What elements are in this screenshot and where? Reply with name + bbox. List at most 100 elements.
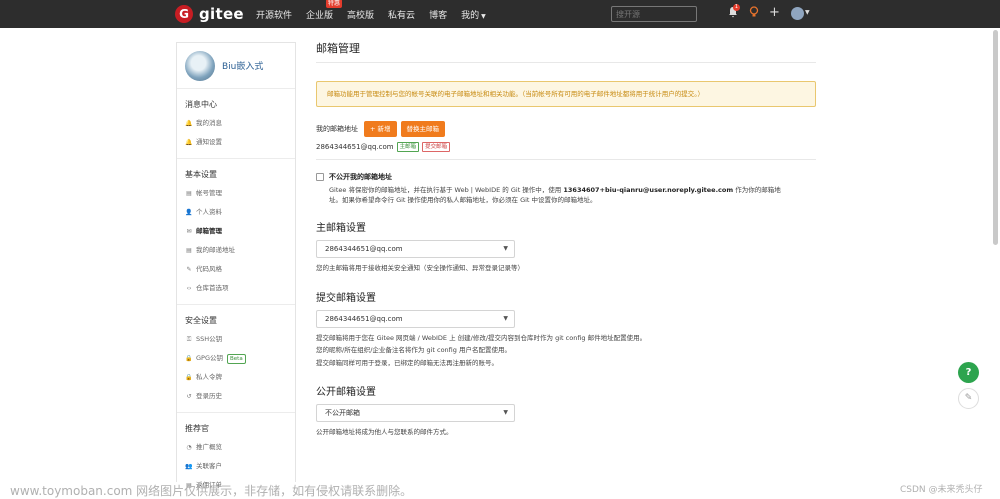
sidebar-item-ssh-keys[interactable]: ⚿ SSH公钥 — [177, 330, 295, 349]
primary-email-heading: 主邮箱设置 — [316, 223, 366, 234]
nav-mine[interactable]: 我的 ▼ — [461, 8, 486, 21]
bell-icon: 🔔 — [185, 139, 193, 146]
sidebar-item-label: 我的消息 — [196, 119, 222, 127]
section-title-security: 安全设置 — [185, 316, 217, 325]
public-email-select-value: 不公开邮箱 — [325, 409, 360, 417]
sidebar-item-repo-prefs[interactable]: ‹› 仓库首选项 — [177, 279, 295, 298]
gitee-logo[interactable]: G gitee — [175, 4, 244, 24]
sidebar-item-code-style[interactable]: ✎ 代码风格 — [177, 260, 295, 279]
sidebar-item-profile[interactable]: 👤 个人资料 — [177, 203, 295, 222]
chevron-down-icon: ▼ — [481, 12, 486, 20]
sidebar-item-notification-settings[interactable]: 🔔 通知设置 — [177, 133, 295, 152]
bell-icon: 🔔 — [185, 120, 193, 127]
csdn-watermark: CSDN @未来秃头仔 — [900, 485, 983, 495]
sidebar-profile[interactable]: Biu嵌入式 — [177, 43, 295, 89]
my-email-label: 我的邮箱地址 — [316, 125, 358, 133]
notification-badge: 1 — [733, 4, 740, 11]
sidebar-item-label: GPG公钥 — [196, 354, 223, 362]
nav-links: 开源软件 企业版 特惠 高校版 私有云 博客 我的 ▼ — [256, 0, 500, 28]
commit-email-tag: 提交邮箱 — [422, 142, 451, 152]
plus-icon[interactable]: + — [769, 6, 780, 20]
public-email-heading: 公开邮箱设置 — [316, 387, 376, 398]
profile-username: Biu嵌入式 — [222, 62, 264, 72]
primary-email-select-value: 2864344651@qq.com — [325, 245, 403, 253]
sidebar-item-tokens[interactable]: 🔒 私人令牌 — [177, 368, 295, 387]
section-title-messages: 消息中心 — [185, 100, 217, 109]
primary-email-help: 您的主邮箱将用于接收相关安全通知（安全操作通知、异常登录记录等） — [316, 264, 524, 272]
help-button[interactable]: ? — [958, 362, 979, 383]
brush-icon: ✎ — [186, 266, 192, 273]
commit-help-line-1: 提交邮箱将用于您在 Gitee 网页端 / WebIDE 上 创建/修改/提交内… — [316, 333, 647, 342]
nav-open-source[interactable]: 开源软件 — [256, 8, 292, 21]
mail-icon: ✉ — [186, 228, 192, 235]
page-title: 邮箱管理 — [316, 40, 816, 63]
sidebar-item-referral-overview[interactable]: ◔ 推广概览 — [177, 438, 295, 457]
commit-help-line-3: 提交邮箱同样可用于登录，已绑定的邮箱无法再注册新的账号。 — [316, 358, 498, 367]
switch-primary-email-button[interactable]: 替换主邮箱 — [400, 121, 446, 137]
public-email-select[interactable]: 不公开邮箱 ▼ — [316, 404, 515, 422]
avatar — [185, 50, 215, 81]
nav-private-cloud[interactable]: 私有云 — [388, 8, 415, 21]
top-navbar: G gitee 开源软件 企业版 特惠 高校版 私有云 博客 我的▼ 1 + ▼ — [0, 0, 1000, 28]
sidebar-item-label: 我的邮递地址 — [196, 246, 235, 254]
lightbulb-icon[interactable] — [749, 6, 759, 22]
section-title-referral: 推荐官 — [185, 424, 209, 433]
private-desc-text-2: 址。如果你希望命令行 Git 操作使用你的私人邮箱地址，你必须在 Git 中设置… — [329, 196, 597, 204]
add-email-button[interactable]: + 新增 — [364, 121, 397, 137]
chevron-down-icon: ▼ — [503, 314, 508, 322]
address-icon: ▤ — [186, 247, 192, 254]
primary-email-select[interactable]: 2864344651@qq.com ▼ — [316, 240, 515, 258]
sidebar-item-label: 通知设置 — [196, 138, 222, 146]
sidebar-item-login-history[interactable]: ↺ 登录历史 — [177, 387, 295, 406]
private-email-description: Gitee 将保密你的邮箱地址，并在执行基于 Web | WebIDE 的 Gi… — [329, 185, 816, 205]
id-card-icon: ▤ — [186, 190, 192, 197]
section-title-basic: 基本设置 — [185, 170, 217, 179]
users-icon: 👥 — [185, 463, 193, 470]
sidebar-item-label: 仓库首选项 — [196, 284, 229, 292]
user-avatar-top[interactable] — [791, 7, 804, 20]
sidebar-item-label: 邮箱管理 — [196, 227, 222, 235]
sidebar-item-label: 帐号管理 — [196, 189, 222, 197]
sidebar-item-customers[interactable]: 👥 关联客户 — [177, 457, 295, 476]
feedback-button[interactable]: ✎ — [958, 388, 979, 409]
commit-email-heading: 提交邮箱设置 — [316, 292, 376, 304]
private-email-checkbox[interactable] — [316, 173, 324, 181]
key-icon: ⚿ — [186, 336, 192, 343]
primary-email-tag: 主邮箱 — [396, 142, 420, 152]
search-input[interactable] — [611, 6, 697, 22]
help-icon: ? — [965, 367, 972, 378]
commit-email-help: 提交邮箱将用于您在 Gitee 网页端 / WebIDE 上 创建/修改/提交内… — [316, 332, 816, 370]
nav-university[interactable]: 高校版 — [347, 8, 374, 21]
edit-icon: ✎ — [964, 393, 973, 403]
watermark-text: www.toymoban.com 网络图片仅供展示，非存储，如有侵权请联系删除。 — [10, 484, 413, 498]
sidebar-item-label: 推广概览 — [196, 443, 222, 451]
main-content: 邮箱管理 邮箱功能用于管理控制与您的帐号关联的电子邮箱地址和相关功能。（当前帐号… — [316, 40, 816, 439]
email-entry: 2864344651@qq.com 主邮箱 提交邮箱 — [316, 142, 816, 152]
avatar-chevron-down-icon[interactable]: ▼ — [805, 6, 810, 20]
gitee-logo-text: gitee — [199, 5, 244, 23]
nav-blog[interactable]: 博客 — [429, 8, 447, 21]
sidebar-item-my-messages[interactable]: 🔔 我的消息 — [177, 114, 295, 133]
sidebar-item-gpg-keys[interactable]: 🔒 GPG公钥 Beta — [177, 349, 295, 368]
sidebar-item-label: 私人令牌 — [196, 373, 222, 381]
commit-email-select-value: 2864344651@qq.com — [325, 314, 403, 323]
sidebar-item-label: SSH公钥 — [196, 335, 223, 343]
private-email-option: 不公开我的邮箱地址 — [316, 172, 816, 182]
nav-enterprise[interactable]: 企业版 特惠 — [306, 0, 343, 21]
enterprise-badge: 特惠 — [326, 0, 343, 8]
divider — [316, 159, 816, 160]
gitee-logo-icon: G — [175, 5, 193, 23]
info-notice: 邮箱功能用于管理控制与您的帐号关联的电子邮箱地址和相关功能。（当前帐号所有可用的… — [316, 81, 816, 107]
sidebar-item-address[interactable]: ▤ 我的邮递地址 — [177, 241, 295, 260]
user-icon: 👤 — [185, 209, 193, 216]
code-icon: ‹› — [186, 285, 192, 292]
nav-enterprise-label: 企业版 — [306, 10, 334, 21]
sidebar-item-email[interactable]: ✉ 邮箱管理 — [177, 222, 295, 241]
commit-email-select[interactable]: 2864344651@qq.com ▼ — [316, 309, 515, 328]
sidebar-item-label: 个人资料 — [196, 208, 222, 216]
private-desc-text-1b: 作为你的邮箱地 — [733, 186, 781, 194]
private-email-label: 不公开我的邮箱地址 — [329, 173, 392, 181]
scrollbar[interactable] — [993, 30, 998, 245]
sidebar-item-account[interactable]: ▤ 帐号管理 — [177, 184, 295, 203]
sidebar-item-label: 代码风格 — [196, 265, 222, 273]
